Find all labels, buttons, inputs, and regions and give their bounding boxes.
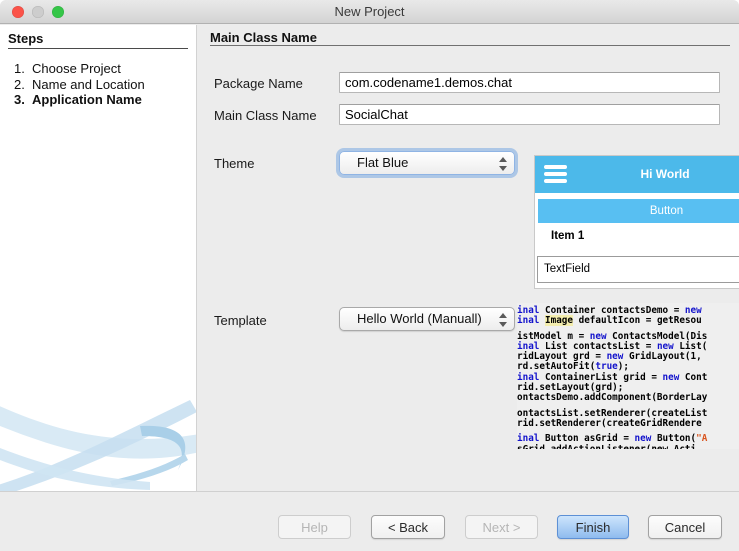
code-line: inal Image defaultIcon = getResou [517, 316, 739, 326]
back-button[interactable]: < Back [371, 515, 445, 539]
template-code-preview: inal Container contactsDemo = new inal I… [517, 303, 739, 449]
panel-title: Main Class Name [210, 30, 317, 45]
wizard-watermark-graphic [0, 386, 197, 491]
preview-textfield: TextField [537, 256, 739, 283]
steps-sidebar: Steps 1.Choose Project2.Name and Locatio… [0, 25, 197, 491]
steps-list: 1.Choose Project2.Name and Location3.App… [0, 61, 197, 108]
preview-list-item: Item 1 [551, 230, 584, 242]
next-button: Next > [465, 515, 538, 539]
step-number: 3. [0, 92, 23, 108]
stepper-arrows-icon [498, 156, 507, 172]
step-label: Choose Project [23, 61, 121, 77]
title-bar: New Project [0, 0, 739, 24]
step-label: Name and Location [23, 77, 145, 93]
step-item-name-and-location: 2.Name and Location [0, 77, 197, 93]
preview-titlebar: Hi World [535, 156, 739, 193]
step-number: 1. [0, 61, 23, 77]
package-name-input[interactable] [339, 72, 720, 93]
step-item-application-name: 3.Application Name [0, 92, 197, 108]
main-class-name-label: Main Class Name [214, 108, 317, 123]
step-label: Application Name [23, 92, 142, 108]
template-select[interactable]: Hello World (Manuall) [339, 307, 515, 331]
new-project-dialog: New Project Steps 1.Choose Project2.Name… [0, 0, 739, 551]
template-select-value: Hello World (Manuall) [357, 311, 482, 326]
steps-heading: Steps [8, 31, 43, 46]
theme-preview: Hi World Button Item 1 TextField [534, 155, 739, 289]
dialog-footer: Help < Back Next > Finish Cancel [0, 491, 739, 551]
main-class-name-input[interactable] [339, 104, 720, 125]
panel-title-rule [210, 45, 730, 46]
cancel-button[interactable]: Cancel [648, 515, 722, 539]
code-line: sGrid.addActionListener(new Acti [517, 445, 739, 449]
theme-label: Theme [214, 156, 254, 171]
code-line: ontactsDemo.addComponent(BorderLay [517, 393, 739, 403]
template-label: Template [214, 313, 267, 328]
finish-button[interactable]: Finish [557, 515, 629, 539]
window-title: New Project [0, 0, 739, 24]
preview-button: Button [538, 199, 739, 223]
steps-heading-rule [8, 48, 188, 49]
help-button: Help [278, 515, 351, 539]
preview-title: Hi World [535, 156, 739, 193]
stepper-arrows-icon [498, 312, 507, 328]
step-number: 2. [0, 77, 23, 93]
theme-select[interactable]: Flat Blue [339, 151, 515, 175]
code-line: rid.setRenderer(createGridRendere [517, 419, 739, 429]
package-name-label: Package Name [214, 76, 303, 91]
theme-select-value: Flat Blue [357, 155, 408, 170]
wizard-main-panel: Main Class Name Package Name Main Class … [198, 25, 739, 491]
step-item-choose-project: 1.Choose Project [0, 61, 197, 77]
